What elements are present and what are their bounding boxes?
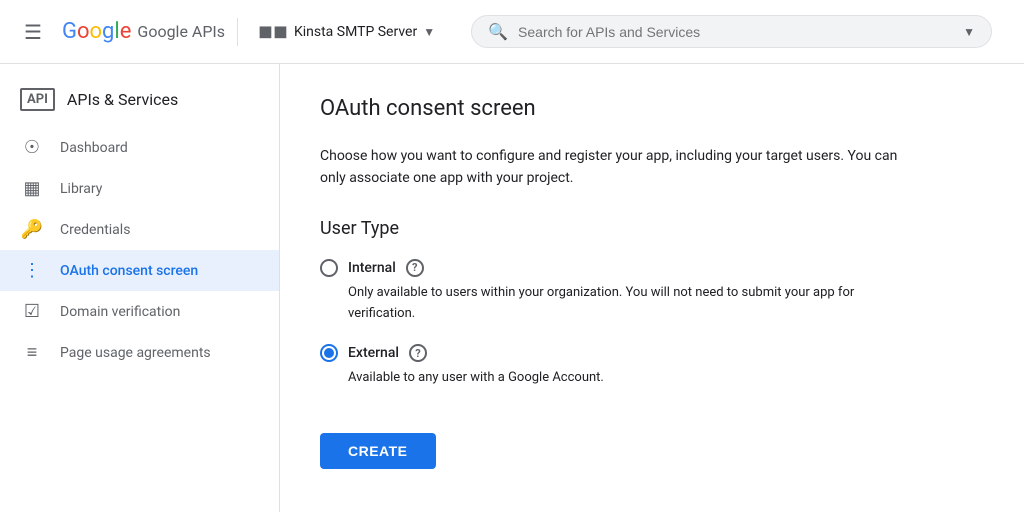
credentials-icon: 🔑 (20, 219, 44, 240)
sidebar-item-credentials[interactable]: 🔑 Credentials (0, 209, 279, 250)
oauth-icon: ⋮ (20, 260, 44, 281)
sidebar-item-page-usage[interactable]: ≡ Page usage agreements (0, 332, 279, 373)
sidebar-item-oauth-consent[interactable]: ⋮ OAuth consent screen (0, 250, 279, 291)
sidebar-item-label: Dashboard (60, 140, 128, 156)
search-icon: 🔍 (488, 22, 508, 41)
sidebar-item-library[interactable]: ▦ Library (0, 168, 279, 209)
radio-option-internal: Internal ? Only available to users withi… (320, 259, 984, 325)
radio-label-external: External (348, 345, 399, 361)
help-icon-internal[interactable]: ? (406, 259, 424, 277)
radio-row-internal: Internal ? (320, 259, 984, 277)
search-dropdown-icon[interactable]: ▼ (963, 25, 975, 39)
sidebar-nav: ☉ Dashboard ▦ Library 🔑 Credentials ⋮ OA… (0, 123, 279, 377)
dashboard-icon: ☉ (20, 137, 44, 158)
radio-internal[interactable] (320, 259, 338, 277)
radio-row-external: External ? (320, 344, 984, 362)
menu-icon[interactable]: ☰ (16, 12, 50, 52)
api-badge: API (20, 88, 55, 111)
apis-label: Google APIs (137, 22, 225, 41)
radio-external[interactable] (320, 344, 338, 362)
sidebar-item-label: Page usage agreements (60, 345, 211, 361)
sidebar-item-label: Library (60, 181, 102, 197)
library-icon: ▦ (20, 178, 44, 199)
topbar: ☰ Google Google APIs ◼◼ Kinsta SMTP Serv… (0, 0, 1024, 64)
radio-description-external: Available to any user with a Google Acco… (348, 368, 868, 389)
user-type-title: User Type (320, 218, 984, 239)
sidebar-item-label: Domain verification (60, 304, 180, 320)
topbar-divider (237, 18, 238, 46)
layout: API APIs & Services ☉ Dashboard ▦ Librar… (0, 64, 1024, 512)
sidebar-title: APIs & Services (67, 90, 178, 109)
search-input[interactable] (518, 24, 953, 40)
sidebar-item-label: Credentials (60, 222, 130, 238)
project-dropdown-icon: ▼ (423, 25, 435, 39)
radio-description-internal: Only available to users within your orga… (348, 283, 868, 325)
search-bar[interactable]: 🔍 ▼ (471, 15, 992, 48)
project-selector[interactable]: ◼◼ Kinsta SMTP Server ▼ (250, 17, 443, 46)
page-description: Choose how you want to configure and reg… (320, 145, 920, 190)
help-icon-external[interactable]: ? (409, 344, 427, 362)
sidebar-header: API APIs & Services (0, 72, 279, 123)
radio-option-external: External ? Available to any user with a … (320, 344, 984, 389)
sidebar-item-dashboard[interactable]: ☉ Dashboard (0, 127, 279, 168)
project-name: Kinsta SMTP Server (294, 24, 417, 40)
domain-icon: ☑ (20, 301, 44, 322)
project-icon: ◼◼ (258, 21, 288, 42)
google-logo: Google Google APIs (62, 19, 225, 44)
sidebar-item-domain-verification[interactable]: ☑ Domain verification (0, 291, 279, 332)
logo-text: Google (62, 19, 131, 44)
radio-label-internal: Internal (348, 260, 396, 276)
sidebar-item-label: OAuth consent screen (60, 263, 198, 279)
sidebar: API APIs & Services ☉ Dashboard ▦ Librar… (0, 64, 280, 512)
create-button[interactable]: CREATE (320, 433, 436, 469)
page-usage-icon: ≡ (20, 342, 44, 363)
main-content: OAuth consent screen Choose how you want… (280, 64, 1024, 512)
page-title: OAuth consent screen (320, 96, 984, 121)
